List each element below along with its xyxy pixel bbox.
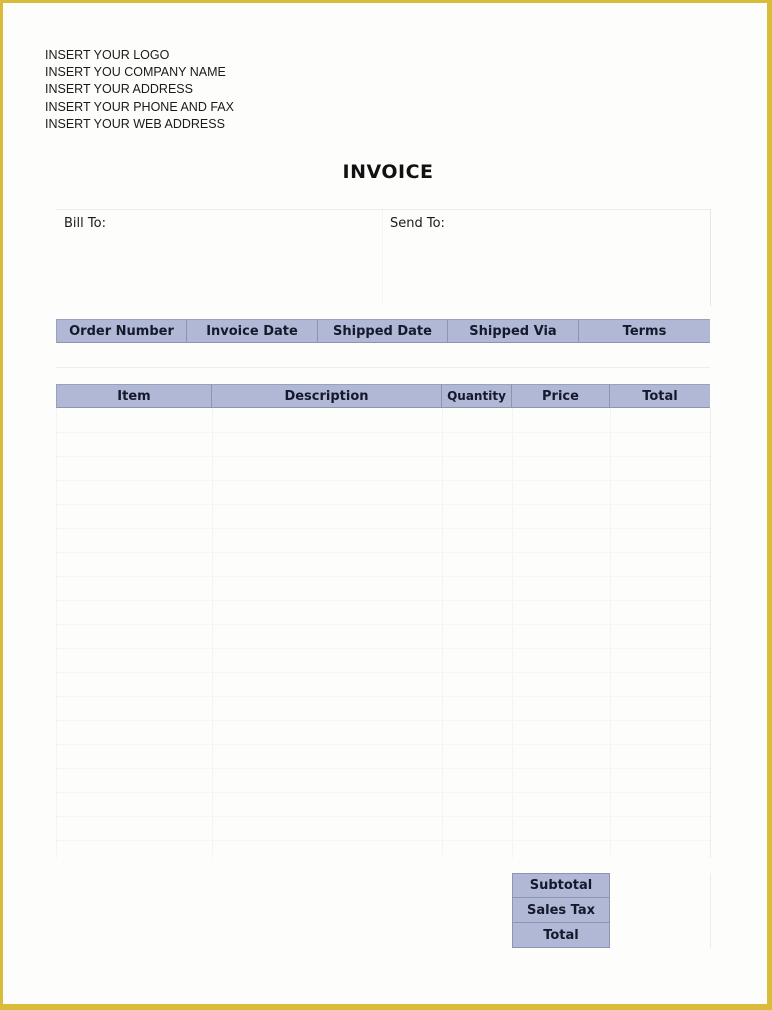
- address-section: Bill To: Send To:: [56, 209, 711, 306]
- invoice-title: INVOICE: [342, 161, 434, 183]
- phone-fax-placeholder: INSERT YOUR PHONE AND FAX: [45, 99, 234, 114]
- row-line: [56, 672, 710, 673]
- bill-to-label: Bill To:: [64, 216, 106, 231]
- row-line: [56, 480, 710, 481]
- column-line: [56, 408, 57, 858]
- header-invoice-date: Invoice Date: [187, 319, 318, 343]
- header-quantity: Quantity: [442, 384, 512, 408]
- send-to-label: Send To:: [390, 216, 445, 231]
- logo-placeholder: INSERT YOUR LOGO: [45, 48, 170, 62]
- order-table-header: Order Number Invoice Date Shipped Date S…: [56, 319, 710, 343]
- header-shipped-via: Shipped Via: [448, 319, 579, 343]
- header-order-number: Order Number: [56, 319, 187, 343]
- row-line: [56, 816, 710, 817]
- totals-labels: Subtotal Sales Tax Total: [512, 873, 610, 948]
- web-address-placeholder: INSERT YOUR WEB ADDRESS: [45, 116, 225, 131]
- row-line: [56, 696, 710, 697]
- column-line: [212, 408, 213, 858]
- row-line: [56, 576, 710, 577]
- header-terms: Terms: [579, 319, 710, 343]
- row-line: [56, 552, 710, 553]
- order-table-row[interactable]: [56, 343, 710, 368]
- invoice-page: INSERT YOUR LOGO INSERT YOU COMPANY NAME…: [3, 3, 767, 1004]
- row-line: [56, 720, 710, 721]
- row-line: [56, 840, 710, 841]
- row-line: [56, 456, 710, 457]
- address-divider: [382, 210, 383, 306]
- header-shipped-date: Shipped Date: [318, 319, 448, 343]
- row-line: [56, 528, 710, 529]
- row-line: [56, 432, 710, 433]
- row-line: [56, 744, 710, 745]
- header-item: Item: [56, 384, 212, 408]
- header-total: Total: [610, 384, 710, 408]
- subtotal-label: Subtotal: [512, 873, 610, 898]
- header-description: Description: [212, 384, 442, 408]
- column-line: [442, 408, 443, 858]
- column-line: [610, 408, 611, 858]
- row-line: [56, 648, 710, 649]
- row-line: [56, 768, 710, 769]
- row-line: [56, 624, 710, 625]
- totals-values[interactable]: [610, 873, 711, 948]
- item-table-body[interactable]: [56, 408, 711, 858]
- row-line: [56, 600, 710, 601]
- sales-tax-label: Sales Tax: [512, 898, 610, 923]
- address-placeholder: INSERT YOUR ADDRESS: [45, 82, 193, 97]
- header-price: Price: [512, 384, 610, 408]
- column-line: [512, 408, 513, 858]
- row-line: [56, 504, 710, 505]
- company-name-placeholder: INSERT YOU COMPANY NAME: [45, 65, 226, 80]
- row-line: [56, 792, 710, 793]
- company-info: INSERT YOUR LOGO INSERT YOU COMPANY NAME…: [45, 47, 234, 133]
- total-label: Total: [512, 923, 610, 948]
- item-table-header: Item Description Quantity Price Total: [56, 384, 710, 408]
